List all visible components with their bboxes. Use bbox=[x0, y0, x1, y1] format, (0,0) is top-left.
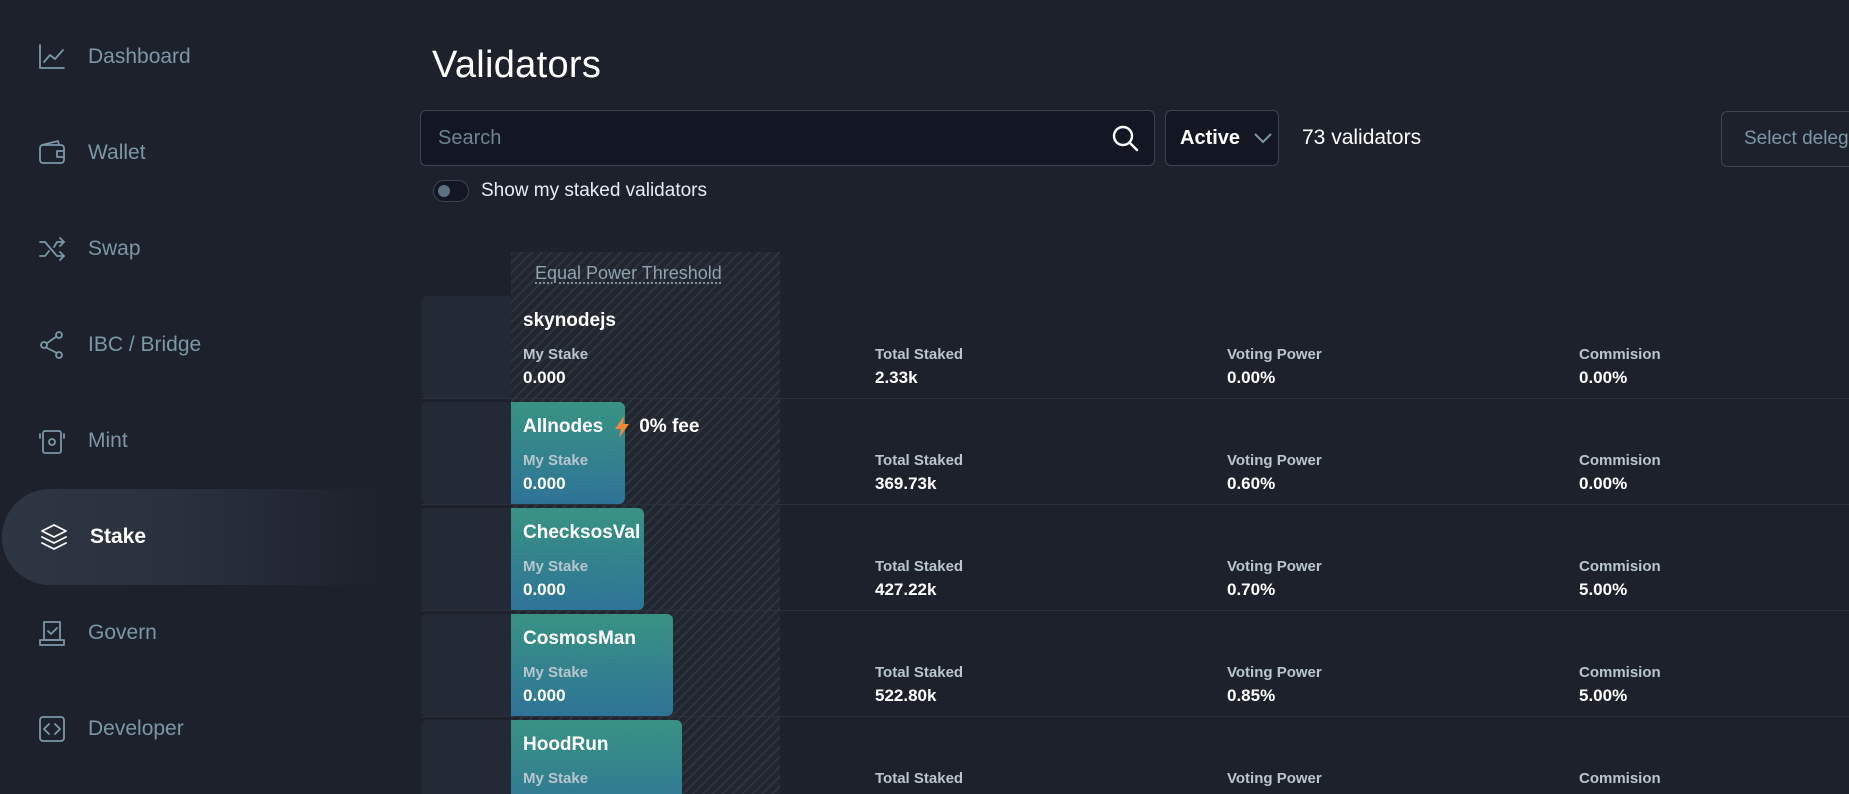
sidebar-item-govern[interactable]: Govern bbox=[0, 585, 380, 681]
search-input[interactable] bbox=[421, 111, 1110, 165]
my-stake-label: My Stake bbox=[523, 770, 588, 787]
share-nodes-icon bbox=[36, 329, 68, 361]
my-stake-value: 0.000 bbox=[523, 368, 566, 388]
show-staked-toggle-row: Show my staked validators bbox=[433, 180, 707, 202]
commission-label: Commision bbox=[1579, 452, 1661, 469]
search-box bbox=[420, 110, 1155, 166]
search-icon[interactable] bbox=[1110, 123, 1140, 153]
sidebar-item-label: Mint bbox=[88, 429, 128, 453]
commission-label: Commision bbox=[1579, 558, 1661, 575]
zero-fee-badge: 0% fee bbox=[639, 416, 699, 438]
voting-power-label: Voting Power bbox=[1227, 558, 1322, 575]
status-filter-value: Active bbox=[1180, 127, 1240, 150]
sidebar-item-label: Dashboard bbox=[88, 45, 191, 69]
shuffle-icon bbox=[36, 233, 68, 265]
my-stake-label: My Stake bbox=[523, 558, 588, 575]
voting-power-label: Voting Power bbox=[1227, 664, 1322, 681]
sidebar-item-label: IBC / Bridge bbox=[88, 333, 201, 357]
voting-power-value: 0.60% bbox=[1227, 474, 1275, 494]
mint-icon bbox=[36, 425, 68, 457]
validator-count: 73 validators bbox=[1302, 126, 1421, 150]
sidebar-item-ibc-bridge[interactable]: IBC / Bridge bbox=[0, 297, 380, 393]
toggle-knob bbox=[438, 185, 450, 197]
validator-row[interactable]: CosmosMan My Stake 0.000 Total Staked 52… bbox=[421, 614, 1849, 717]
sidebar-item-label: Swap bbox=[88, 237, 141, 261]
lightning-bolt-icon bbox=[613, 416, 631, 438]
validator-avatar bbox=[421, 508, 511, 610]
total-staked-label: Total Staked bbox=[875, 346, 963, 363]
sidebar-item-label: Govern bbox=[88, 621, 157, 645]
status-filter-select[interactable]: Active bbox=[1165, 110, 1279, 166]
total-staked-label: Total Staked bbox=[875, 664, 963, 681]
voting-power-value: 0.00% bbox=[1227, 368, 1275, 388]
commission-label: Commision bbox=[1579, 346, 1661, 363]
voting-power-label: Voting Power bbox=[1227, 770, 1322, 787]
voting-power-value: 0.85% bbox=[1227, 686, 1275, 706]
my-stake-label: My Stake bbox=[523, 664, 588, 681]
chart-line-icon bbox=[36, 41, 68, 73]
select-delegations-button[interactable]: Select deleg bbox=[1721, 111, 1849, 167]
commission-value: 0.00% bbox=[1579, 474, 1627, 494]
total-staked-value: 522.80k bbox=[875, 686, 936, 706]
sidebar-item-label: Developer bbox=[88, 717, 184, 741]
validator-avatar bbox=[421, 720, 511, 794]
ballot-icon bbox=[36, 617, 68, 649]
validator-row[interactable]: Allnodes 0% fee My Stake 0.000 Total Sta… bbox=[421, 402, 1849, 505]
chevron-down-icon bbox=[1252, 127, 1274, 149]
validator-avatar bbox=[421, 296, 511, 398]
sidebar-item-label: Wallet bbox=[88, 141, 146, 165]
commission-label: Commision bbox=[1579, 664, 1661, 681]
commission-label: Commision bbox=[1579, 770, 1661, 787]
sidebar-item-stake[interactable]: Stake bbox=[2, 489, 380, 585]
page-title: Validators bbox=[432, 44, 601, 87]
my-stake-label: My Stake bbox=[523, 346, 588, 363]
voting-power-label: Voting Power bbox=[1227, 346, 1322, 363]
sidebar-item-developer[interactable]: Developer bbox=[0, 681, 380, 777]
validator-avatar bbox=[421, 402, 511, 504]
sidebar-item-dashboard[interactable]: Dashboard bbox=[0, 9, 380, 105]
voting-power-value: 0.70% bbox=[1227, 580, 1275, 600]
my-stake-label: My Stake bbox=[523, 452, 588, 469]
total-staked-value: 2.33k bbox=[875, 368, 918, 388]
my-stake-value: 0.000 bbox=[523, 474, 566, 494]
total-staked-value: 427.22k bbox=[875, 580, 936, 600]
validator-row[interactable]: skynodejs My Stake 0.000 Total Staked 2.… bbox=[421, 296, 1849, 399]
validator-name: skynodejs bbox=[523, 310, 616, 332]
validator-avatar bbox=[421, 614, 511, 716]
commission-value: 5.00% bbox=[1579, 580, 1627, 600]
sidebar-item-label: Stake bbox=[90, 525, 146, 549]
sidebar-item-mint[interactable]: Mint bbox=[0, 393, 380, 489]
total-staked-label: Total Staked bbox=[875, 558, 963, 575]
commission-value: 5.00% bbox=[1579, 686, 1627, 706]
wallet-icon bbox=[36, 137, 68, 169]
layers-icon bbox=[38, 521, 70, 553]
app-root: Dashboard Wallet Swap IBC / Bridge Mint bbox=[0, 0, 1849, 794]
validator-row[interactable]: HoodRun My Stake Total Staked Voting Pow… bbox=[421, 720, 1849, 794]
my-stake-value: 0.000 bbox=[523, 686, 566, 706]
commission-value: 0.00% bbox=[1579, 368, 1627, 388]
code-icon bbox=[36, 713, 68, 745]
show-staked-toggle[interactable] bbox=[433, 180, 469, 202]
show-staked-label: Show my staked validators bbox=[481, 180, 707, 202]
total-staked-label: Total Staked bbox=[875, 452, 963, 469]
validator-name: ChecksosVal bbox=[523, 522, 640, 544]
sidebar-item-swap[interactable]: Swap bbox=[0, 201, 380, 297]
total-staked-label: Total Staked bbox=[875, 770, 963, 787]
sidebar-item-wallet[interactable]: Wallet bbox=[0, 105, 380, 201]
sidebar: Dashboard Wallet Swap IBC / Bridge Mint bbox=[0, 0, 390, 794]
validator-row[interactable]: ChecksosVal My Stake 0.000 Total Staked … bbox=[421, 508, 1849, 611]
total-staked-value: 369.73k bbox=[875, 474, 936, 494]
voting-power-label: Voting Power bbox=[1227, 452, 1322, 469]
equal-power-threshold-label[interactable]: Equal Power Threshold bbox=[535, 263, 722, 284]
validator-name: HoodRun bbox=[523, 734, 608, 756]
my-stake-value: 0.000 bbox=[523, 580, 566, 600]
validator-name: Allnodes 0% fee bbox=[523, 416, 699, 438]
validator-name: CosmosMan bbox=[523, 628, 636, 650]
